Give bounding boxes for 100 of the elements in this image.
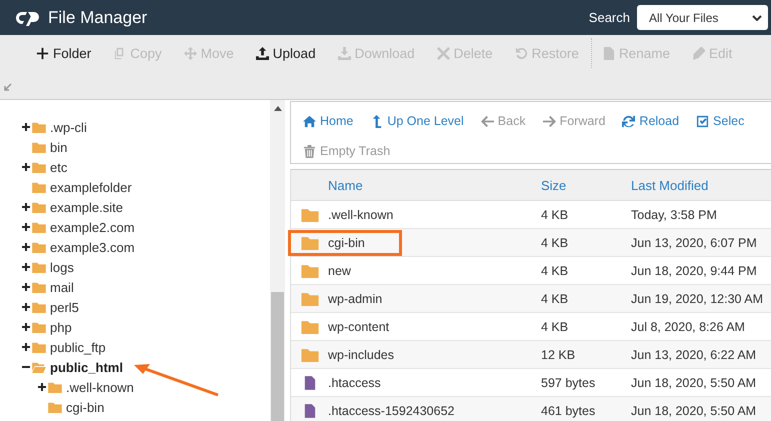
- left-arrow-icon: [480, 114, 494, 128]
- nav-button[interactable]: Reload: [622, 106, 680, 136]
- folder-icon: [32, 281, 46, 293]
- folder-tree-item[interactable]: example.site: [50, 200, 123, 214]
- nav-button[interactable]: Selec: [696, 106, 744, 136]
- checkbox-icon: [696, 114, 710, 128]
- table-cell-text: Jun 18, 2020, 5:50 AM: [631, 404, 758, 418]
- table-cell-text: .htaccess: [328, 376, 382, 390]
- column-header[interactable]: Size: [541, 178, 631, 192]
- reload-icon: [622, 114, 636, 128]
- table-cell-text: wp-admin: [328, 292, 384, 306]
- nav-button[interactable]: Up One Level: [370, 106, 464, 136]
- table-cell-text: Jun 18, 2020, 9:44 PM: [631, 264, 758, 278]
- folder-icon: [32, 181, 46, 193]
- expand-icon[interactable]: [22, 283, 30, 291]
- table-cell-text: 4 KB: [541, 208, 570, 222]
- open-folder-icon: [32, 361, 46, 373]
- expand-icon[interactable]: [22, 123, 30, 131]
- folder-icon: [48, 401, 62, 413]
- table-cell-text: wp-includes: [328, 348, 396, 362]
- folder-tree-item[interactable]: etc: [50, 160, 68, 174]
- folder-tree-item[interactable]: example2.com: [50, 220, 135, 234]
- table-cell-text: 4 KB: [541, 236, 570, 250]
- folder-icon: [300, 291, 318, 306]
- table-cell-text: .well-known: [328, 208, 394, 222]
- folder-tree-item[interactable]: example3.com: [50, 240, 135, 254]
- folder-tree-item[interactable]: examplefolder: [50, 180, 132, 194]
- folder-tree-item[interactable]: perl5: [50, 300, 79, 314]
- expand-icon[interactable]: [22, 163, 30, 171]
- folder-icon: [32, 241, 46, 253]
- plus-icon: [36, 46, 49, 60]
- folder-icon: [300, 207, 318, 222]
- home-icon: [303, 114, 316, 128]
- table-cell-text: 597 bytes: [541, 376, 596, 390]
- folder-tree-item[interactable]: cgi-bin: [66, 400, 104, 414]
- up-arrow-icon: [370, 114, 384, 128]
- table-cell-text: wp-content: [328, 320, 390, 334]
- table-cell-text: Jun 18, 2020, 5:50 AM: [631, 376, 758, 390]
- table-cell-text: 4 KB: [541, 320, 570, 334]
- table-cell-text: 12 KB: [541, 348, 576, 362]
- folder-tree-item[interactable]: mail: [50, 280, 74, 294]
- folder-icon: [32, 121, 46, 133]
- expand-icon[interactable]: [22, 243, 30, 251]
- column-header[interactable]: Name: [328, 178, 541, 192]
- folder-icon: [32, 341, 46, 353]
- folder-icon: [300, 347, 318, 362]
- folder-tree-item[interactable]: public_ftp: [50, 340, 106, 354]
- cross-icon: [436, 46, 450, 60]
- move-icon: [184, 46, 197, 60]
- table-cell-text: Today, 3:58 PM: [631, 208, 718, 222]
- folder-icon: [300, 319, 318, 334]
- folder-icon: [32, 221, 46, 233]
- search-scope-dropdown[interactable]: All Your Files: [637, 5, 768, 30]
- column-header[interactable]: Last Modified: [631, 178, 771, 192]
- expand-icon[interactable]: [22, 323, 30, 331]
- scrollbar[interactable]: [270, 100, 285, 421]
- expand-icon[interactable]: [22, 223, 30, 231]
- folder-tree-item[interactable]: bin: [50, 140, 68, 154]
- toolbar-button[interactable]: Folder: [36, 46, 92, 60]
- scroll-up-icon[interactable]: [274, 106, 282, 111]
- table-cell-text: Jul 8, 2020, 8:26 AM: [631, 320, 746, 334]
- folder-icon: [32, 301, 46, 313]
- caret-icon: [752, 14, 762, 20]
- folder-tree-item[interactable]: public_html: [50, 360, 123, 374]
- expand-icon[interactable]: [38, 383, 46, 391]
- table-cell-text: cgi-bin: [328, 236, 366, 250]
- table-cell-text: Jun 13, 2020, 6:07 PM: [631, 236, 758, 250]
- app-title: File Manager: [48, 8, 148, 28]
- nav-button[interactable]: Home: [303, 106, 354, 136]
- table-cell-text: new: [328, 264, 352, 278]
- table-cell-text: 461 bytes: [541, 404, 596, 418]
- folder-icon: [48, 381, 62, 393]
- scrollbar-thumb[interactable]: [271, 292, 284, 421]
- trash-icon: [303, 144, 316, 158]
- upload-icon: [256, 46, 269, 60]
- download-icon: [338, 46, 351, 60]
- expand-icon[interactable]: [22, 303, 30, 311]
- folder-tree-item[interactable]: .wp-cli: [50, 120, 87, 134]
- table-cell-text: 4 KB: [541, 264, 570, 278]
- folder-icon: [32, 141, 46, 153]
- folder-tree-item[interactable]: php: [50, 320, 72, 334]
- expand-icon[interactable]: [22, 263, 30, 271]
- folder-tree-item[interactable]: .well-known: [66, 380, 134, 394]
- folder-icon: [32, 161, 46, 173]
- folder-icon: [300, 235, 318, 250]
- table-cell-text: Jun 19, 2020, 12:30 AM: [631, 292, 764, 306]
- undo-icon: [514, 46, 528, 60]
- right-arrow-icon: [542, 114, 556, 128]
- expand-icon[interactable]: [22, 343, 30, 351]
- folder-icon: [32, 261, 46, 273]
- toolbar-button[interactable]: Upload: [256, 46, 316, 60]
- file-icon: [304, 402, 316, 418]
- table-cell-text: Jun 13, 2020, 6:22 AM: [631, 348, 758, 362]
- collapse-icon[interactable]: [22, 363, 30, 371]
- file-icon: [304, 374, 316, 390]
- expand-icon[interactable]: [22, 203, 30, 211]
- folder-tree-item[interactable]: logs: [50, 260, 74, 274]
- pencil-icon: [692, 46, 705, 60]
- table-cell-text: 4 KB: [541, 292, 570, 306]
- folder-icon: [32, 321, 46, 333]
